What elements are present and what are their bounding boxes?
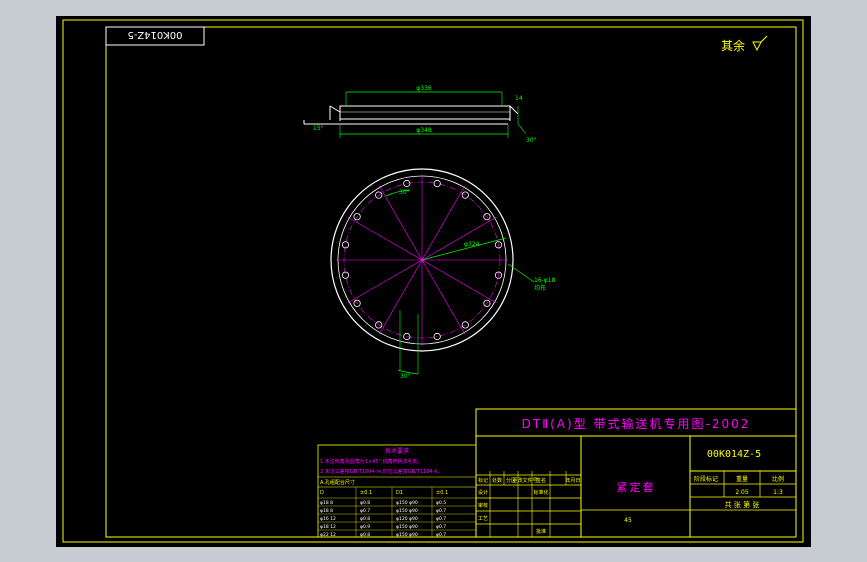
table-cell: φ0.8 bbox=[360, 516, 370, 522]
roughness-symbol bbox=[752, 35, 768, 52]
weight-value: 2.05 bbox=[735, 489, 749, 496]
label-mark: 标记 bbox=[478, 477, 488, 484]
material-value: 45 bbox=[624, 517, 632, 524]
bolt-hole bbox=[341, 271, 350, 279]
label-stage-mark: 阶段标记 bbox=[694, 475, 718, 483]
label-approve: 批准 bbox=[536, 528, 546, 535]
center-ray bbox=[421, 259, 497, 304]
tech-line-1: 1.未注倒角及圆角为1×45°,锐角倒钝去毛刺。 bbox=[320, 458, 423, 465]
label-weight: 重量 bbox=[736, 475, 748, 483]
center-ray bbox=[347, 259, 423, 304]
table-cell: φ150 φ90 bbox=[396, 532, 418, 538]
label-scale: 比例 bbox=[772, 475, 784, 483]
label-date: 年月日 bbox=[565, 477, 580, 484]
scale-value: 1:3 bbox=[773, 489, 783, 496]
table-cell: φ0.7 bbox=[436, 532, 446, 538]
label-standard: 标准化 bbox=[533, 489, 548, 496]
table-cell: φ0.8 bbox=[360, 532, 370, 538]
label-sheets: 共 张 第 张 bbox=[725, 500, 760, 509]
table-cell: φ0.7 bbox=[436, 508, 446, 514]
dim-thickness: 14 bbox=[515, 95, 523, 102]
tech-line-2: 2.未注公差按GB/T1804-m,形位公差按GB/T1184-K。 bbox=[320, 468, 443, 475]
label-count: 处数 bbox=[492, 477, 502, 484]
hole-fit-table: D ±0.1 D1 ±0.1 φ18 8 φ0.8 φ150 φ90 φ0.5 φ18 8 φ0.… bbox=[318, 486, 476, 538]
table-cell: φ150 φ90 bbox=[396, 524, 418, 530]
label-sign: 签名 bbox=[536, 477, 546, 484]
dim-chamfer-left: 15° bbox=[313, 125, 324, 132]
tech-table-heading: A.孔组配合尺寸 bbox=[320, 479, 355, 486]
label-design: 设计 bbox=[478, 489, 488, 496]
surface-finish-note: 其余 bbox=[721, 38, 745, 53]
table-cell: φ0.7 bbox=[436, 516, 446, 522]
table-cell: φ22 12 bbox=[320, 532, 336, 538]
table-cell: φ18 8 bbox=[320, 508, 333, 514]
dim-bottom-width: φ348 bbox=[416, 127, 432, 134]
label-check: 审核 bbox=[478, 502, 488, 509]
center-ray bbox=[378, 259, 423, 335]
table-cell: φ0.7 bbox=[436, 524, 446, 530]
series-title: DTⅡ(A)型 带式输送机专用图-2002 bbox=[522, 416, 751, 431]
center-ray bbox=[421, 259, 466, 335]
table-cell: φ0.9 bbox=[360, 524, 370, 530]
table-cell: φ0.7 bbox=[360, 508, 370, 514]
plan-view: φ324 30° 30° 16-φ18 均布 bbox=[330, 168, 556, 380]
table-header-cell: D bbox=[320, 490, 324, 496]
dim-chamfer-right: 30° bbox=[526, 137, 537, 144]
label-doc-no: 更改文件号 bbox=[512, 477, 537, 484]
cad-viewport[interactable]: 00K014Z-5 其余 φ336 φ348 14 15° 30° φ324 3… bbox=[56, 16, 811, 547]
table-header-cell: ±0.1 bbox=[436, 490, 448, 496]
bolt-hole bbox=[403, 179, 411, 188]
table-header-cell: ±0.1 bbox=[360, 490, 372, 496]
table-cell: φ16 12 bbox=[320, 516, 336, 522]
bolt-hole bbox=[341, 241, 350, 249]
tech-requirements: 技术要求 1.未注倒角及圆角为1×45°,锐角倒钝去毛刺。 2.未注公差按GB/… bbox=[317, 444, 477, 538]
table-cell: φ0.8 bbox=[360, 500, 370, 506]
part-name: 紧定套 bbox=[617, 480, 656, 494]
center-ray bbox=[421, 185, 466, 261]
mirrored-drawing-code: 00K014Z-5 bbox=[127, 29, 182, 40]
table-cell: φ0.5 bbox=[436, 500, 446, 506]
section-outline bbox=[339, 105, 511, 120]
dim-top-width: φ336 bbox=[416, 85, 432, 92]
label-craft: 工艺 bbox=[478, 516, 488, 522]
table-cell: φ120 φ90 bbox=[396, 516, 418, 522]
center-ray bbox=[421, 216, 497, 261]
dim-angle-bottom: 30° bbox=[400, 373, 411, 380]
center-ray bbox=[378, 185, 423, 261]
section-view: φ336 φ348 14 15° 30° bbox=[303, 85, 537, 144]
table-cell: φ150 φ90 bbox=[396, 508, 418, 514]
dim-bolt-circle: φ324 bbox=[464, 241, 480, 248]
center-ray bbox=[347, 216, 423, 261]
table-cell: φ150 φ90 bbox=[396, 500, 418, 506]
table-cell: φ18 8 bbox=[320, 500, 333, 506]
outer-frame bbox=[62, 19, 804, 543]
cad-drawing: 00K014Z-5 其余 φ336 φ348 14 15° 30° φ324 3… bbox=[62, 19, 804, 543]
title-code: 00K014Z-5 bbox=[707, 449, 761, 460]
bolt-hole bbox=[461, 321, 469, 329]
tech-heading: 技术要求 bbox=[385, 447, 409, 455]
inner-frame bbox=[105, 26, 797, 538]
dim-hole-callout: 16-φ18 bbox=[534, 277, 556, 284]
title-block: DTⅡ(A)型 带式输送机专用图-2002 00K014Z-5 阶段标记 重量 … bbox=[475, 408, 797, 538]
table-cell: φ18 12 bbox=[320, 524, 336, 530]
table-header-cell: D1 bbox=[396, 490, 403, 496]
dim-angle-top: 30° bbox=[399, 189, 410, 196]
dim-hole-sub: 均布 bbox=[534, 284, 546, 292]
